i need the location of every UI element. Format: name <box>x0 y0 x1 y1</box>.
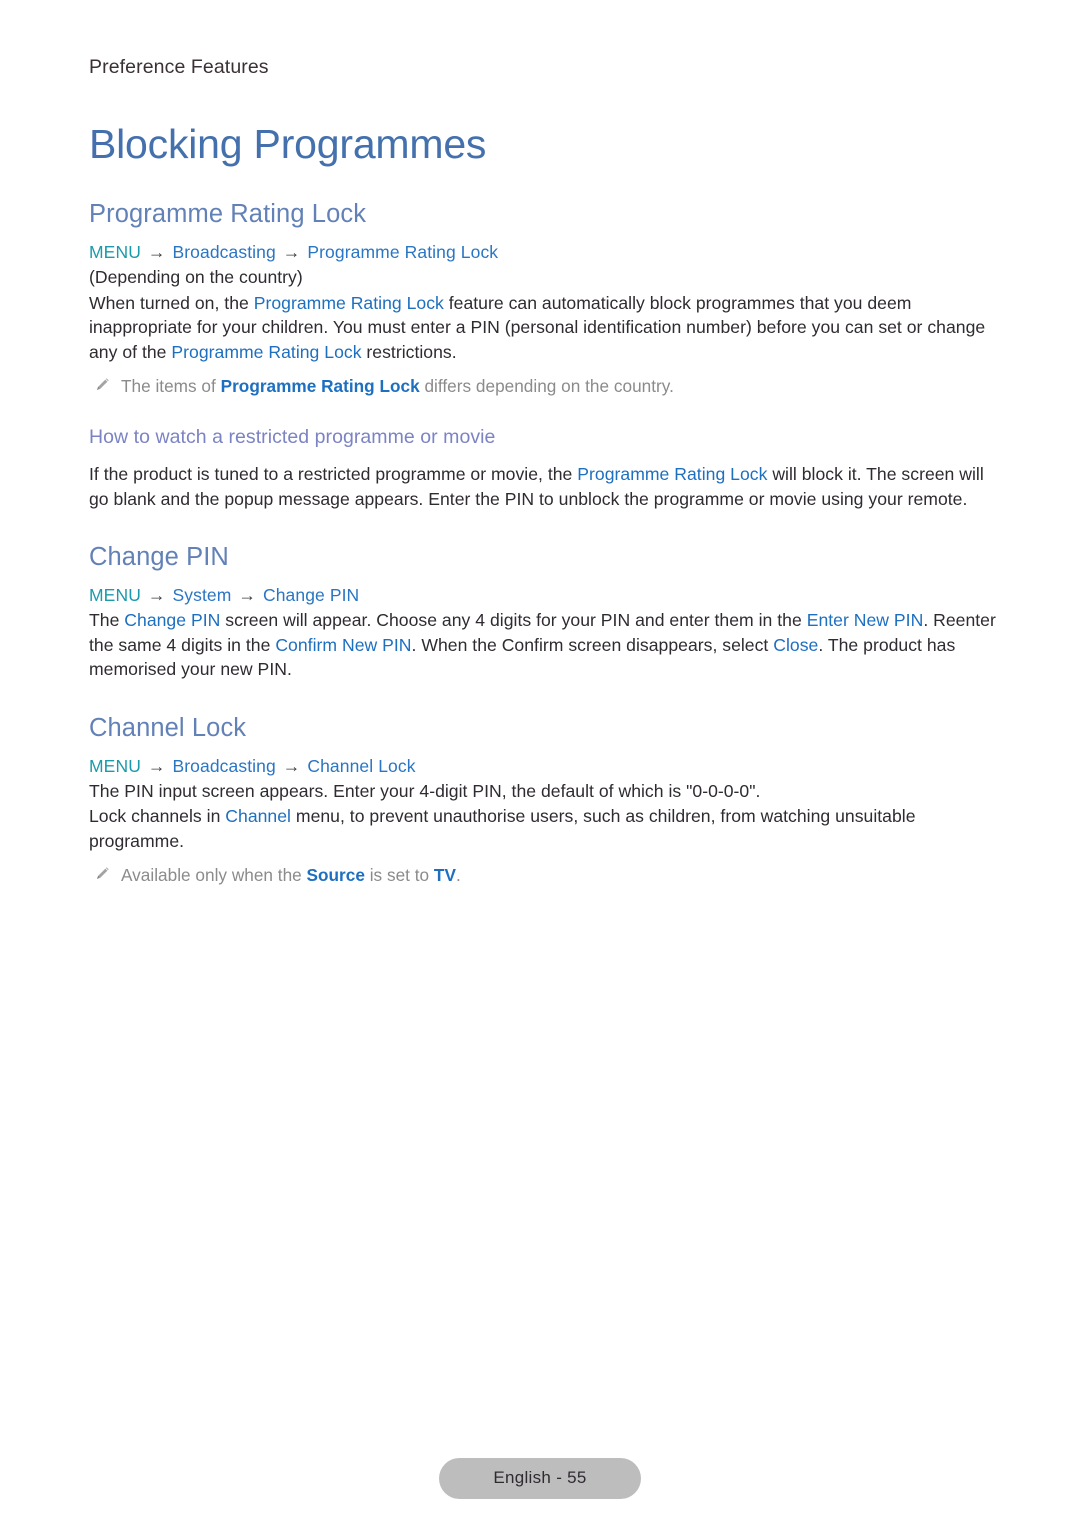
pencil-icon <box>95 863 121 881</box>
body-paragraph: The Change PIN screen will appear. Choos… <box>89 610 996 679</box>
note-text: Available only when the Source is set to… <box>121 865 461 885</box>
menu-path-item: Programme Rating Lock <box>307 242 499 262</box>
body-paragraph: The PIN input screen appears. Enter your… <box>89 780 761 801</box>
arrow-right-icon: → <box>142 755 171 776</box>
manual-page: Preference Features Blocking Programmes … <box>0 0 1080 1534</box>
note-line: Available only when the Source is set to… <box>89 863 999 887</box>
section-title: Change PIN <box>89 543 229 571</box>
body-paragraph: Lock channels in Channel menu, to preven… <box>89 806 916 851</box>
menu-path: MENU → Broadcasting → Programme Rating L… <box>89 240 999 264</box>
inline-reference: Programme Rating Lock <box>220 376 420 396</box>
subsection-title: How to watch a restricted programme or m… <box>89 426 496 448</box>
section-programme-rating-lock: Programme Rating Lock MENU → Broadcasting… <box>89 198 999 511</box>
body-paragraph: If the product is tuned to a restricted … <box>89 464 984 509</box>
section-change-pin: Change PIN MENU → System → Change PIN The … <box>89 541 999 682</box>
inline-reference: Programme Rating Lock <box>577 464 768 484</box>
arrow-right-icon: → <box>277 242 306 262</box>
menu-path-item: Change PIN <box>262 585 360 605</box>
menu-path: MENU → Broadcasting → Channel Lock <box>89 754 999 778</box>
arrow-right-icon: → <box>142 585 171 605</box>
body-paragraph: When turned on, the Programme Rating Loc… <box>89 292 986 362</box>
menu-path-root: MENU <box>89 755 141 776</box>
menu-path-root: MENU <box>89 585 141 605</box>
menu-path: MENU → System → Change PIN <box>89 583 999 607</box>
menu-path-item: Channel Lock <box>307 755 416 776</box>
menu-path-root: MENU <box>89 242 141 262</box>
arrow-right-icon: → <box>233 585 261 605</box>
page-footer: English - 55 <box>0 1458 1080 1499</box>
inline-reference: Enter New PIN <box>806 610 924 630</box>
menu-path-item: System <box>172 585 232 605</box>
pencil-icon <box>95 374 121 392</box>
inline-reference: Change PIN <box>124 610 221 630</box>
inline-reference: Programme Rating Lock <box>253 292 444 313</box>
inline-reference: Source <box>306 865 365 885</box>
section-channel-lock: Channel Lock MENU → Broadcasting → Channe… <box>89 712 999 888</box>
inline-reference: TV <box>433 865 456 885</box>
menu-path-item: Broadcasting <box>172 242 276 262</box>
note-text: The items of Programme Rating Lock diffe… <box>121 376 674 396</box>
section-title: Channel Lock <box>89 713 247 742</box>
menu-path-item: Broadcasting <box>172 755 276 776</box>
arrow-right-icon: → <box>142 242 171 262</box>
body-paragraph: (Depending on the country) <box>89 267 303 287</box>
inline-reference: Close <box>773 634 819 655</box>
inline-reference: Confirm New PIN <box>275 634 412 655</box>
sections-container: Programme Rating Lock MENU → Broadcasting… <box>89 198 999 887</box>
arrow-right-icon: → <box>277 755 306 776</box>
inline-reference: Channel <box>225 806 291 826</box>
running-header: Preference Features <box>89 56 269 78</box>
note-line: The items of Programme Rating Lock diffe… <box>89 374 999 398</box>
inline-reference: Programme Rating Lock <box>171 341 362 362</box>
page-number-badge: English - 55 <box>439 1458 641 1499</box>
page-content: Preference Features Blocking Programmes … <box>89 50 999 887</box>
page-title: Blocking Programmes <box>89 121 487 167</box>
section-title: Programme Rating Lock <box>89 200 367 228</box>
